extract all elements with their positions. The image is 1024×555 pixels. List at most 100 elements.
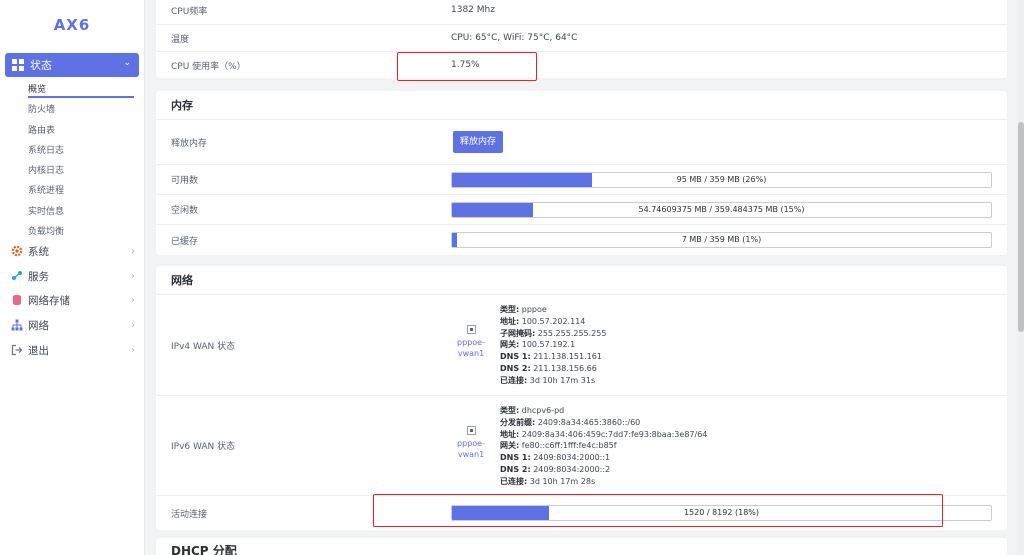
ipv4-info: 类型: pppoe 地址: 100.57.202.114 子网掩码: 255.2… (500, 304, 606, 387)
row-label: CPU 使用率（%） (171, 61, 246, 72)
info-line: 分发前缀: 2409:8a34:465:3860::/60 (500, 417, 707, 429)
cpu-freq-row: CPU频率 1382 Mhz (156, 0, 1007, 24)
info-line: 已连接: 3d 10h 17m 28s (500, 476, 707, 488)
sidebar-item-label: 网络 (28, 319, 49, 332)
submenu-item-syslog[interactable]: 系统日志 (28, 141, 136, 161)
memory-available-bar: 95 MB / 359 MB (26%) (451, 172, 992, 188)
submenu-item-load-balance[interactable]: 负载均衡 (28, 222, 136, 242)
info-key: 网关: (500, 340, 520, 350)
share-icon (10, 270, 24, 282)
page-scrollbar[interactable] (1017, 0, 1024, 555)
device-name-line: vwan1 (457, 450, 485, 459)
info-key: 地址: (500, 429, 520, 439)
info-key: DNS 1: (500, 453, 531, 463)
ipv6-info: 类型: dhcpv6-pd 分发前缀: 2409:8a34:465:3860::… (500, 405, 707, 488)
info-value: 211.138.151.161 (530, 352, 602, 362)
temperature-row: 温度 CPU: 65°C, WiFi: 75°C, 64°C (156, 24, 1007, 51)
info-value: dhcpv6-pd (519, 406, 565, 415)
info-line: 子网掩码: 255.255.255.255 (500, 328, 606, 340)
info-line: 类型: pppoe (500, 304, 606, 316)
info-key: 子网掩码: (500, 328, 536, 338)
row-value: CPU: 65°C, WiFi: 75°C, 64°C (451, 33, 578, 43)
row-label: 已缓存 (171, 236, 199, 247)
info-line: 地址: 100.57.202.114 (500, 316, 606, 328)
database-icon (10, 294, 24, 306)
system-card: CPU频率 1382 Mhz 温度 CPU: 65°C, WiFi: 75°C,… (156, 0, 1007, 78)
row-label: 释放内存 (171, 138, 208, 149)
status-submenu: 概览 防火墙 路由表 系统日志 内核日志 系统进程 实时信息 负载均衡 (28, 80, 136, 242)
info-line: DNS 2: 2409:8034:2000::2 (500, 464, 707, 476)
info-value: fe80::c6ff:1fff:fe4c:b85f (519, 441, 617, 451)
info-line: DNS 2: 211.138.156.66 (500, 363, 606, 375)
info-line: 类型: dhcpv6-pd (500, 405, 707, 417)
chevron-right-icon: › (131, 294, 135, 306)
ipv4-device-link[interactable]: pppoe- vwan1 (446, 325, 496, 359)
chevron-right-icon: › (131, 319, 135, 331)
sidebar-item-network[interactable]: 网络 › (10, 315, 135, 335)
ipv6-wan-row: IPv6 WAN 状态 pppoe- vwan1 类型: dhcpv6-pd 分… (156, 395, 1007, 495)
free-memory-button[interactable]: 释放内存 (453, 131, 503, 153)
submenu-item-routes[interactable]: 路由表 (28, 121, 136, 141)
info-key: DNS 2: (500, 363, 531, 373)
chevron-right-icon: › (131, 344, 135, 356)
sidebar-item-services[interactable]: 服务 › (10, 266, 135, 286)
network-card: 网络 IPv4 WAN 状态 pppoe- vwan1 类型: pppoe 地址… (156, 266, 1007, 530)
info-line: DNS 1: 211.138.151.161 (500, 351, 606, 363)
memory-available-row: 可用数 95 MB / 359 MB (26%) (156, 164, 1007, 194)
sidebar-item-logout[interactable]: 退出 › (10, 340, 135, 360)
cpu-usage-row: CPU 使用率（%） 1.75% (156, 51, 1007, 78)
scrollbar-thumb[interactable] (1018, 122, 1024, 332)
info-key: 类型: (500, 305, 520, 314)
submenu-item-processes[interactable]: 系统进程 (28, 181, 136, 201)
cpu-usage-highlight (397, 52, 537, 81)
row-label: IPv4 WAN 状态 (171, 341, 236, 352)
sidebar-item-status[interactable]: 状态 ⌄ (5, 53, 139, 77)
chevron-right-icon: › (131, 245, 135, 257)
info-value: 255.255.255.255 (535, 328, 607, 338)
device-name-line: pppoe- (457, 338, 485, 347)
info-line: 网关: fe80::c6ff:1fff:fe4c:b85f (500, 440, 707, 452)
chevron-right-icon: › (131, 270, 135, 282)
sidebar-item-storage[interactable]: 网络存储 › (10, 290, 135, 310)
info-key: 已连接: (500, 476, 528, 486)
info-value: 3d 10h 17m 28s (527, 476, 596, 486)
row-label: CPU频率 (171, 6, 208, 17)
device-name-line: vwan1 (457, 349, 485, 358)
info-key: 分发前缀: (500, 417, 536, 427)
info-value: 211.138.156.66 (530, 363, 597, 373)
row-label: IPv6 WAN 状态 (171, 442, 236, 452)
sidebar-item-system[interactable]: 系统 › (10, 241, 135, 261)
row-label: 活动连接 (171, 509, 208, 520)
ipv6-device-link[interactable]: pppoe- vwan1 (446, 426, 496, 460)
memory-free-row: 空闲数 54.74609375 MB / 359.484375 MB (15%) (156, 194, 1007, 224)
logout-icon (10, 344, 24, 356)
submenu-item-realtime[interactable]: 实时信息 (28, 202, 136, 222)
connections-highlight (373, 494, 943, 527)
submenu-item-kernel-log[interactable]: 内核日志 (28, 161, 136, 181)
info-value: 3d 10h 17m 31s (527, 375, 596, 385)
ethernet-port-icon (466, 426, 476, 435)
network-icon (10, 319, 24, 331)
progress-text: 95 MB / 359 MB (26%) (676, 175, 767, 184)
info-key: 类型: (500, 406, 520, 415)
info-value: 2409:8034:2000::1 (530, 453, 611, 463)
submenu-item-firewall[interactable]: 防火墙 (28, 100, 136, 120)
info-key: DNS 2: (500, 464, 531, 474)
sidebar-item-label: 状态 (30, 59, 52, 72)
submenu-item-overview[interactable]: 概览 (28, 80, 136, 100)
progress-text: 7 MB / 359 MB (1%) (681, 235, 762, 244)
free-memory-row: 释放内存 释放内存 (156, 120, 1007, 164)
sidebar-item-label: 退出 (28, 344, 49, 357)
device-name-line: pppoe- (457, 439, 485, 448)
sidebar: AX6 状态 ⌄ 概览 防火墙 路由表 系统日志 内核日志 系统进程 实时信息 … (0, 0, 145, 555)
info-value: 100.57.192.1 (519, 340, 576, 350)
row-value: 1382 Mhz (451, 5, 495, 15)
memory-free-bar: 54.74609375 MB / 359.484375 MB (15%) (451, 202, 992, 218)
info-value: 2409:8a34:465:3860::/60 (535, 417, 641, 427)
dhcp-card: DHCP 分配 (156, 538, 1007, 555)
info-key: 已连接: (500, 375, 528, 385)
gear-icon (10, 245, 24, 257)
info-line: 地址: 2409:8a34:406:459c:7dd7:fe93:8baa:3e… (500, 429, 707, 441)
dashboard-icon (12, 59, 24, 71)
card-title: DHCP 分配 (171, 544, 237, 555)
